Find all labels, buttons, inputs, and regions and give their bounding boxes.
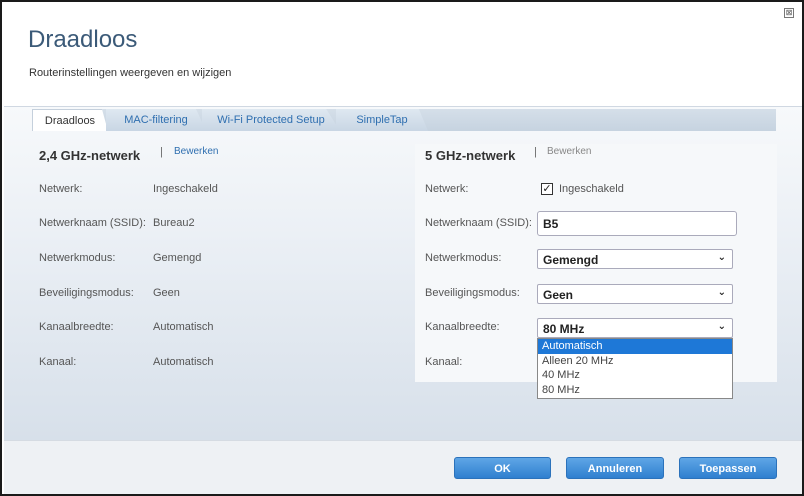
band5-security-select[interactable]: Geen ⌄: [537, 284, 733, 304]
tab-draadloos[interactable]: Draadloos: [32, 109, 108, 131]
cancel-button[interactable]: Annuleren: [566, 457, 664, 479]
band24-edit-link[interactable]: Bewerken: [174, 146, 218, 157]
page-title: Draadloos: [28, 26, 138, 53]
band24-channel-value: Automatisch: [153, 356, 214, 368]
dropdown-option[interactable]: 40 MHz: [538, 368, 732, 383]
band24-security-value: Geen: [153, 287, 180, 299]
band5-edit-link: Bewerken: [547, 146, 592, 157]
band5-width-label: Kanaalbreedte:: [425, 321, 500, 333]
band5-width-select-value: 80 MHz: [543, 322, 585, 336]
close-icon[interactable]: ⊠: [784, 8, 794, 18]
band24-security-label: Beveiligingsmodus:: [39, 287, 134, 299]
band24-ssid-value: Bureau2: [153, 217, 195, 229]
band5-ssid-input[interactable]: B5: [537, 211, 737, 236]
band5-mode-select-value: Gemengd: [543, 253, 599, 267]
band5-mode-select[interactable]: Gemengd ⌄: [537, 249, 733, 269]
dialog-window: ⊠ Draadloos Routerinstellingen weergeven…: [0, 0, 804, 496]
band24-mode-value: Gemengd: [153, 252, 202, 264]
band5-width-dropdown-list: Automatisch Alleen 20 MHz 40 MHz 80 MHz: [537, 338, 733, 399]
tab-simpletap[interactable]: SimpleTap: [336, 109, 428, 131]
band5-separator: |: [534, 146, 537, 158]
tab-mac-filtering[interactable]: MAC-filtering: [106, 109, 206, 131]
band5-network-label: Netwerk:: [425, 183, 469, 195]
band24-ssid-label: Netwerknaam (SSID):: [39, 217, 146, 229]
dropdown-option[interactable]: Alleen 20 MHz: [538, 354, 732, 369]
band5-width-select[interactable]: 80 MHz ⌄: [537, 318, 733, 338]
band24-width-value: Automatisch: [153, 321, 214, 333]
band24-network-label: Netwerk:: [39, 183, 83, 195]
band5-channel-label: Kanaal:: [425, 356, 463, 368]
band24-mode-label: Netwerkmodus:: [39, 252, 116, 264]
band24-separator: |: [160, 146, 163, 158]
dropdown-option[interactable]: Automatisch: [538, 339, 732, 354]
chevron-down-icon: ⌄: [717, 287, 726, 298]
band5-security-select-value: Geen: [543, 288, 574, 302]
band24-network-value: Ingeschakeld: [153, 183, 218, 195]
band5-title: 5 GHz-netwerk: [425, 148, 516, 163]
chevron-down-icon: ⌄: [717, 252, 726, 263]
tab-wifi-protected-setup[interactable]: Wi-Fi Protected Setup: [202, 109, 340, 131]
band24-channel-label: Kanaal:: [39, 356, 77, 368]
apply-button[interactable]: Toepassen: [679, 457, 777, 479]
page-subtitle: Routerinstellingen weergeven en wijzigen: [29, 67, 232, 79]
band5-security-label: Beveiligingsmodus:: [425, 287, 520, 299]
ok-button[interactable]: OK: [454, 457, 551, 479]
band24-title: 2,4 GHz-netwerk: [39, 148, 141, 163]
dropdown-option[interactable]: 80 MHz: [538, 383, 732, 398]
band5-mode-label: Netwerkmodus:: [425, 252, 502, 264]
band24-width-label: Kanaalbreedte:: [39, 321, 114, 333]
band5-network-value: Ingeschakeld: [559, 183, 624, 195]
chevron-down-icon: ⌄: [717, 321, 726, 332]
band5-network-checkbox[interactable]: ✓: [541, 183, 553, 195]
band5-ssid-label: Netwerknaam (SSID):: [425, 217, 532, 229]
